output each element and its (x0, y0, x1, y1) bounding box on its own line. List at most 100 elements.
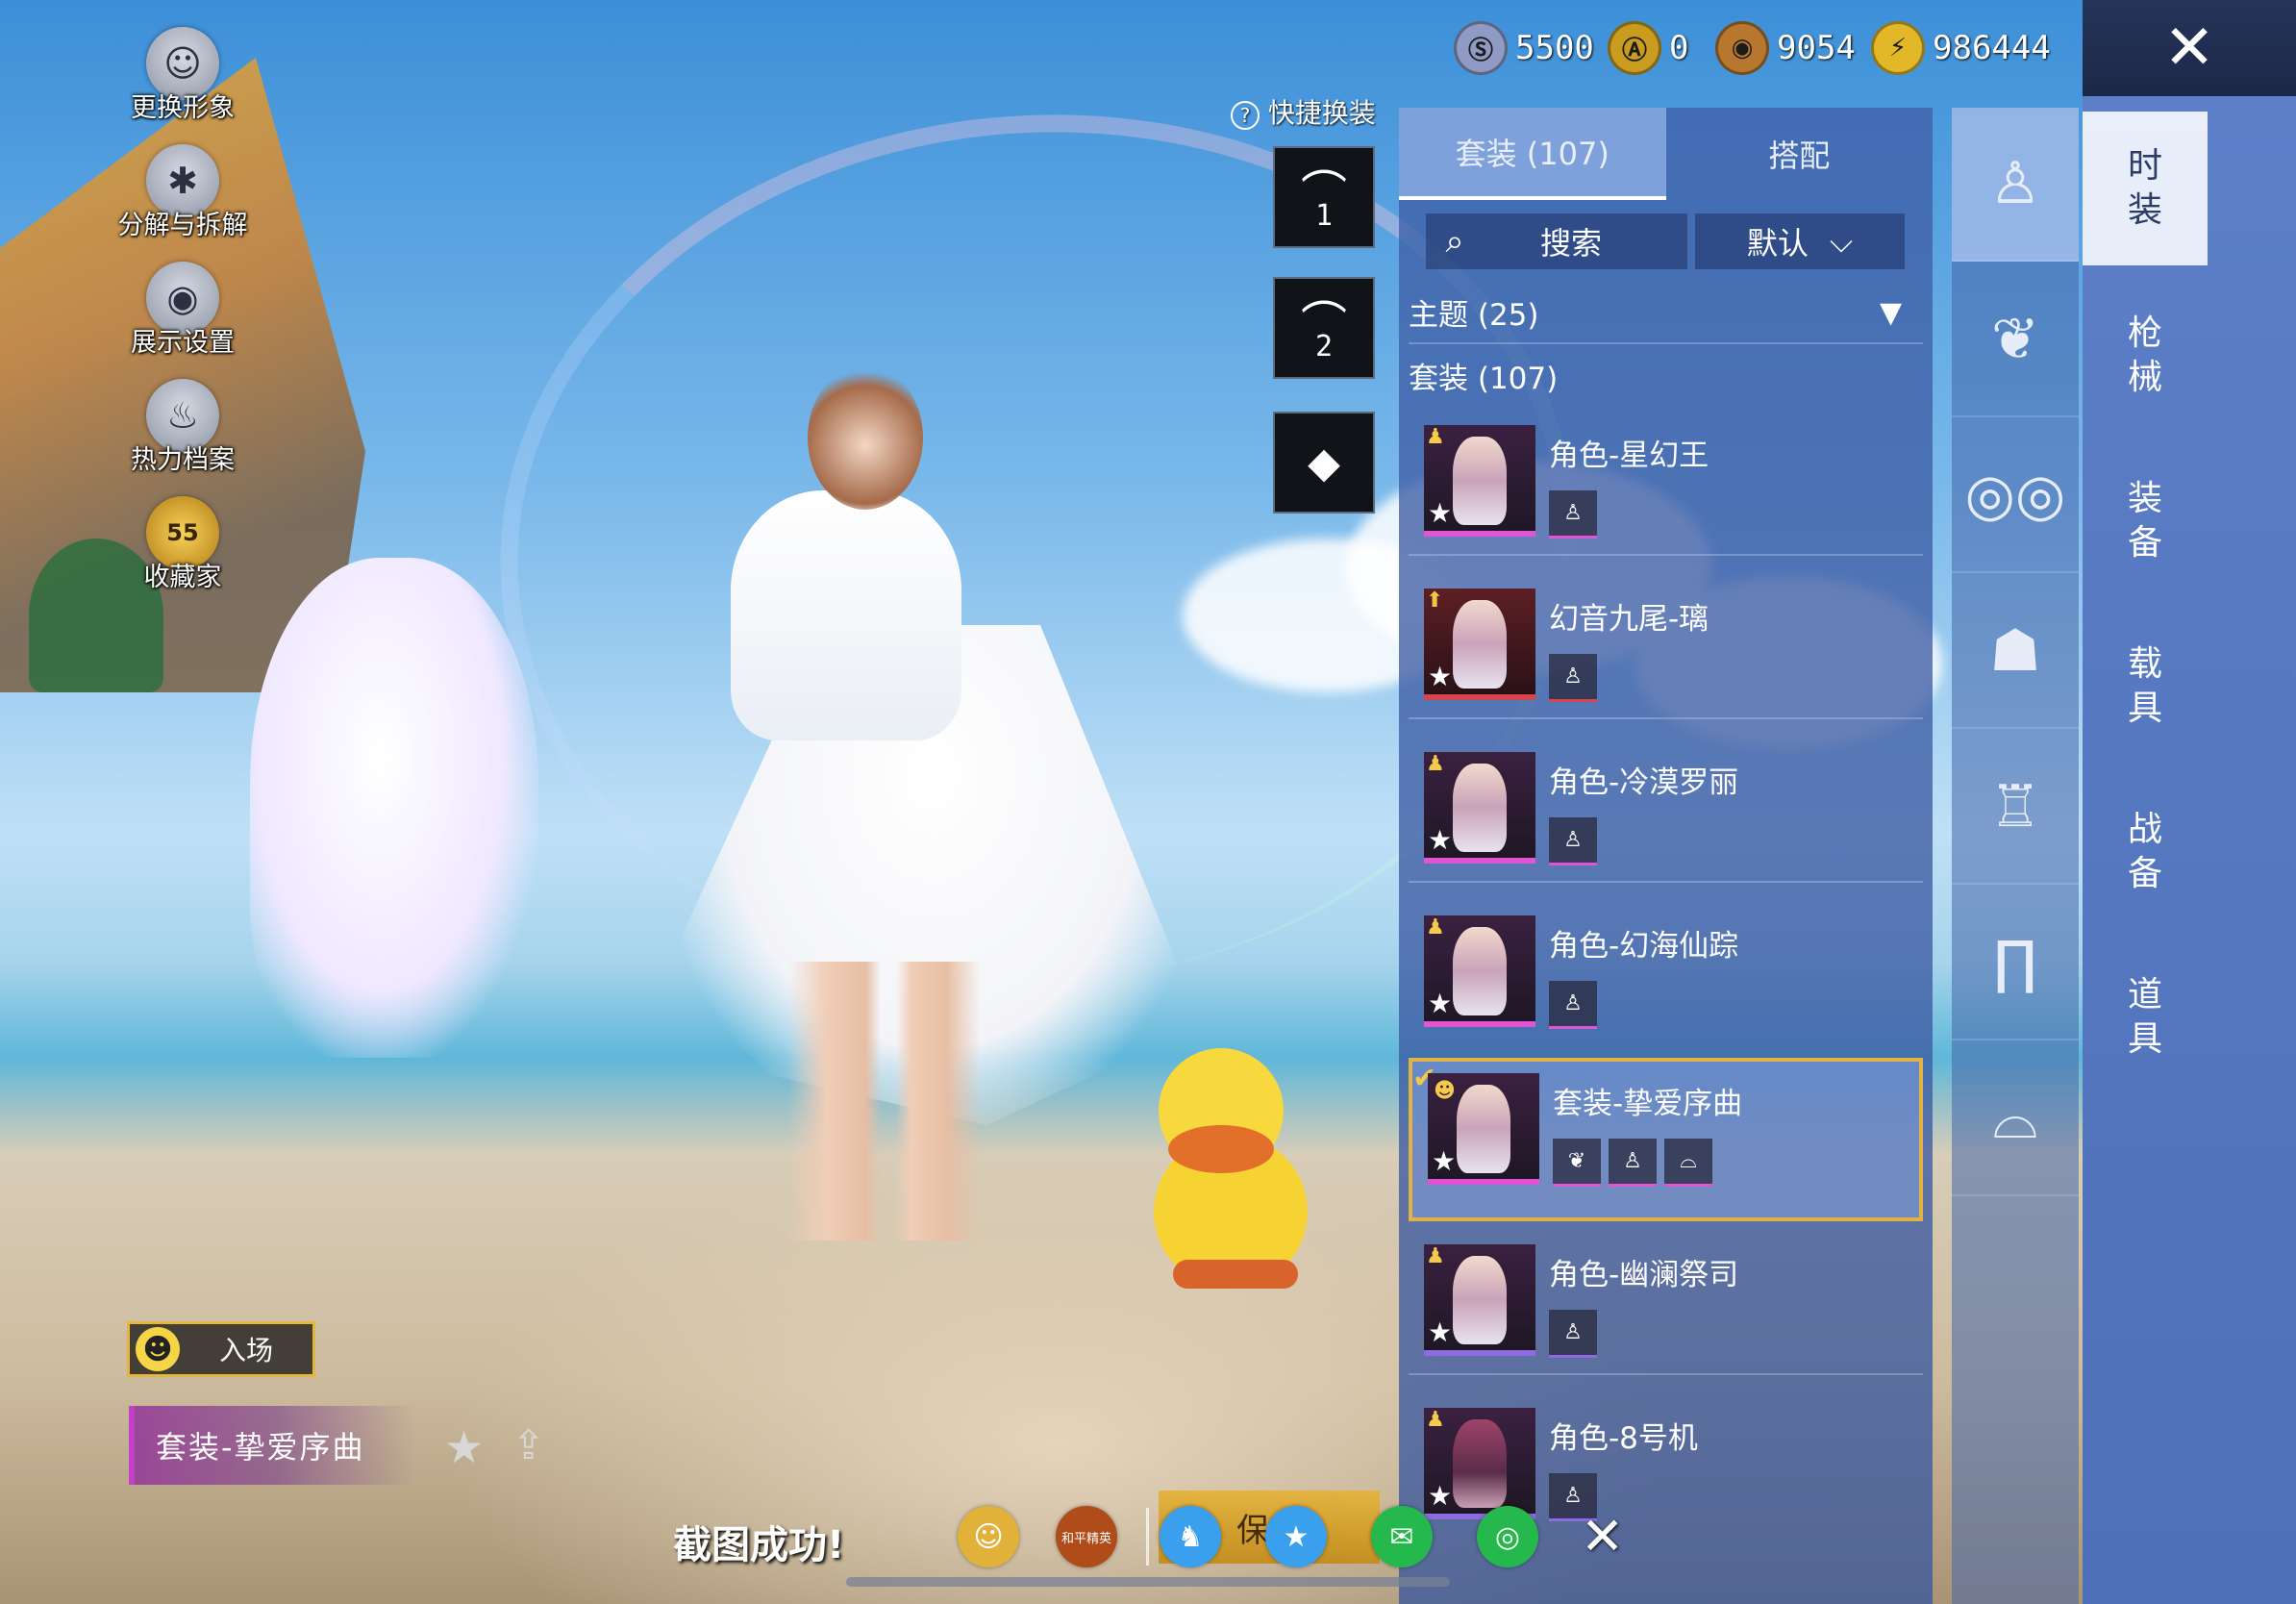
outfit-part-icon: ♙ (1549, 817, 1597, 865)
qzone-icon[interactable]: ★ (1265, 1506, 1327, 1567)
diamond-slot-button[interactable]: ◆ (1273, 412, 1375, 514)
current-suit-tag: 套装-挚爱序曲 (129, 1406, 417, 1485)
role-icon: ♟ (1426, 915, 1445, 940)
share-icon[interactable]: ⇪ (512, 1421, 545, 1468)
outfit-part-icon: ♙ (1549, 981, 1597, 1029)
theme-section-header[interactable]: 主题 (25) (1409, 290, 1539, 334)
sub-icons: ♙ (1549, 654, 1597, 702)
search-row: ⌕ 搜索 默认 ⌵ (1426, 213, 1905, 269)
item-thumbnail: ☻ ★ (1428, 1073, 1539, 1185)
duck-pet-beak (1168, 1125, 1274, 1173)
game-logo-icon[interactable]: 和平精英 (1056, 1506, 1117, 1567)
item-thumbnail: ♟ ★ (1424, 1244, 1535, 1356)
item-thumbnail: ♟ ★ (1424, 752, 1535, 864)
tab-char: 备 (2127, 523, 2162, 563)
quick-change-slot-1[interactable]: ⌒ 1 (1273, 146, 1375, 248)
mask-icon[interactable]: ☗ (1952, 575, 2079, 729)
entrance-button[interactable]: ☻ 入场 (127, 1321, 315, 1377)
clothes-icon[interactable]: ♖ (1952, 731, 2079, 885)
sub-icons: ♙ (1549, 817, 1597, 865)
divider (1409, 554, 1923, 556)
close-button[interactable]: ✕ (2083, 0, 2296, 96)
tab-char: 具 (2127, 1019, 2162, 1059)
heat-archive-button[interactable]: ♨ 热力档案 (106, 379, 260, 476)
list-item[interactable]: ♟ ★ 角色-星幻王 ♙ (1409, 414, 1923, 577)
sort-dropdown[interactable]: 默认 ⌵ (1695, 213, 1905, 269)
duck-pet-feet (1173, 1260, 1298, 1289)
character-figure (1453, 437, 1507, 525)
item-thumbnail: ⬆ ★ (1424, 589, 1535, 700)
tab-vehicles[interactable]: 载 具 (2083, 610, 2208, 764)
tab-match[interactable]: 搭配 (1666, 108, 1934, 200)
change-avatar-button[interactable]: ☺ 更换形象 (106, 27, 260, 124)
list-item[interactable]: ♟ ★ 角色-幻海仙踪 ♙ (1409, 904, 1923, 1067)
collector-button[interactable]: 55 收藏家 (106, 496, 260, 593)
currency-silver[interactable]: Ⓢ 5500 (1454, 19, 1594, 77)
list-item-selected[interactable]: ✔ ☻ ★ 套装-挚爱序曲 ❦ ♙ ⌓ (1409, 1058, 1923, 1221)
list-item[interactable]: ♟ ★ 角色-冷漠罗丽 ♙ (1409, 740, 1923, 904)
quick-change-label: 快捷换装 (1267, 97, 1376, 129)
currency-value: 986444 (1933, 29, 2051, 67)
display-settings-label: 展示设置 (131, 328, 235, 358)
tab-char: 载 (2127, 644, 2162, 684)
search-icon: ⌕ (1445, 222, 1464, 261)
separator (1146, 1508, 1149, 1566)
item-thumbnail: ♟ ★ (1424, 915, 1535, 1027)
currency-value: 9054 (1777, 29, 1856, 67)
role-icon: ♟ (1426, 1244, 1445, 1268)
tab-char: 战 (2127, 810, 2162, 849)
character-figure (1453, 764, 1507, 852)
currency-lightning[interactable]: ⚡ 986444 (1871, 19, 2051, 77)
decompose-button[interactable]: ✱ 分解与拆解 (106, 144, 260, 241)
wechat-icon[interactable]: ✉ (1371, 1506, 1433, 1567)
home-indicator (846, 1577, 1450, 1587)
list-item[interactable]: ⬆ ★ 幻音九尾-璃 ♙ (1409, 577, 1923, 740)
white-fox-pet (250, 558, 538, 1058)
tab-suits[interactable]: 套装 (107) (1399, 108, 1666, 200)
tab-items[interactable]: 道 具 (2083, 940, 2208, 1094)
quick-change-title[interactable]: ? 快捷换装 (1231, 92, 1376, 131)
change-avatar-label: 更换形象 (131, 93, 235, 123)
character-figure (1453, 927, 1507, 1015)
close-share-icon[interactable]: ✕ (1581, 1506, 1624, 1566)
list-item[interactable]: ♟ ★ 角色-幽澜祭司 ♙ (1409, 1233, 1923, 1396)
hair-icon[interactable]: ❦ (1952, 263, 2079, 417)
moments-icon[interactable]: ◎ (1477, 1506, 1538, 1567)
item-title: 角色-幽澜祭司 (1549, 1258, 1739, 1292)
star-icon: ★ (1428, 1316, 1453, 1348)
sub-icons: ❦ ♙ ⌓ (1553, 1139, 1712, 1187)
currency-bronze[interactable]: ◉ 9054 (1715, 19, 1856, 77)
star-icon: ★ (1428, 497, 1453, 529)
outfit-icon[interactable]: ♙ (1952, 108, 2079, 262)
item-thumbnail: ♟ ★ (1424, 1408, 1535, 1519)
qq-icon[interactable]: ♞ (1160, 1506, 1221, 1567)
favorite-star-icon[interactable]: ★ (444, 1421, 484, 1473)
star-icon: ★ (1428, 661, 1453, 692)
character-figure (1453, 1419, 1507, 1508)
tab-equipment[interactable]: 装 备 (2083, 444, 2208, 598)
tab-battle-gear[interactable]: 战 备 (2083, 775, 2208, 929)
divider (1409, 342, 1923, 344)
tab-char: 装 (2127, 190, 2162, 230)
item-title: 套装-挚爱序曲 (1553, 1087, 1743, 1121)
outfit-part-icon: ♙ (1549, 1310, 1597, 1358)
item-thumbnail: ♟ ★ (1424, 425, 1535, 537)
sub-icons: ♙ (1549, 981, 1597, 1029)
search-label: 搜索 (1539, 225, 1602, 262)
caret-down-icon[interactable]: ▼ (1880, 296, 1902, 330)
pants-icon[interactable]: ∏ (1952, 887, 2079, 1040)
tab-guns[interactable]: 枪 械 (2083, 279, 2208, 433)
user-share-icon[interactable]: ☺ (958, 1506, 1019, 1567)
sub-icons: ♙ (1549, 490, 1597, 539)
item-title: 幻音九尾-璃 (1549, 602, 1710, 637)
currency-gold-token[interactable]: Ⓐ 0 (1608, 19, 1688, 77)
glasses-icon[interactable]: ◎◎ (1952, 419, 2079, 573)
display-settings-button[interactable]: ◉ 展示设置 (106, 262, 260, 359)
quick-change-slot-2[interactable]: ⌒ 2 (1273, 277, 1375, 379)
shoes-part-icon: ⌓ (1664, 1139, 1712, 1187)
tab-fashion[interactable]: 时 装 (2083, 112, 2208, 265)
tab-char: 装 (2127, 479, 2162, 518)
shoes-icon[interactable]: ⌓ (1952, 1042, 2079, 1196)
tab-char: 道 (2127, 975, 2162, 1015)
search-input[interactable]: ⌕ 搜索 (1426, 213, 1687, 269)
